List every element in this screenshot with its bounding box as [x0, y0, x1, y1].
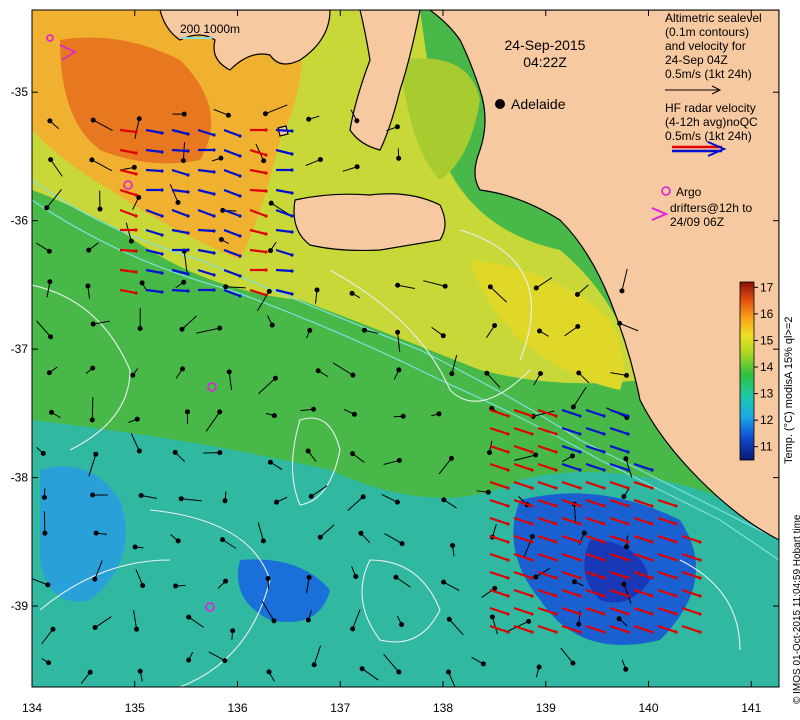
depth-contour-key: 200 1000m	[180, 22, 240, 36]
argo-legend-line-2: drifters@12h to	[670, 201, 753, 215]
x-tick-label-5: 139	[536, 701, 556, 715]
map-time: 04:22Z	[523, 54, 567, 70]
hf-legend-line-2: (4-12h avg)noQC	[665, 115, 758, 129]
adelaide-label: Adelaide	[511, 96, 566, 112]
colorbar-tick-label-2: 13	[760, 387, 774, 401]
hf-legend-line-3: 0.5m/s (1kt 24h)	[665, 129, 752, 143]
altimetry-legend-line-4: 24-Sep 04Z	[665, 53, 728, 67]
y-tick-label-1: -36	[11, 214, 29, 228]
y-tick-label-4: -39	[11, 599, 29, 613]
colorbar-tick-label-0: 11	[760, 440, 773, 454]
map-date: 24-Sep-2015	[505, 37, 586, 53]
x-tick-label-3: 137	[330, 701, 350, 715]
kangaroo-island	[293, 193, 446, 252]
hf-legend-line-1: HF radar velocity	[665, 101, 756, 115]
colorbar-tick-label-4: 15	[760, 333, 774, 347]
altimetry-arrow-131	[175, 584, 186, 587]
colorbar-tick-label-1: 12	[760, 413, 774, 427]
x-tick-label-7: 141	[741, 701, 761, 715]
colorbar-tick-label-6: 17	[760, 280, 774, 294]
colorbar-tick-label-5: 16	[760, 307, 774, 321]
y-tick-label-0: -35	[11, 85, 29, 99]
altimetry-legend-line-1: Altimetric sealevel	[665, 11, 762, 25]
altimetry-legend-line-2: (0.1m contours)	[665, 25, 749, 39]
adelaide-marker	[495, 99, 505, 109]
sst-map-figure: 24-Sep-2015 04:22Z Adelaide 200 1000m Al…	[11, 9, 795, 715]
x-tick-label-4: 138	[433, 701, 453, 715]
altimetry-legend-line-5: 0.5m/s (1kt 24h)	[665, 67, 752, 81]
argo-legend-line-3: 24/09 06Z	[670, 215, 724, 229]
altimetry-legend-line-3: and velocity for	[665, 39, 746, 53]
argo-legend-line-1: Argo	[676, 185, 702, 199]
y-tick-label-3: -38	[11, 471, 29, 485]
altimetry-arrow-80	[393, 415, 404, 418]
x-tick-label-2: 136	[227, 701, 247, 715]
colorbar-tick-label-3: 14	[760, 360, 774, 374]
colorbar-gradient	[739, 281, 755, 461]
x-tick-label-0: 134	[22, 701, 42, 715]
y-tick-label-2: -37	[11, 342, 29, 356]
x-tick-label-6: 140	[638, 701, 658, 715]
altimetry-arrow-73	[91, 397, 94, 420]
credit-line: © IMOS 01-Oct-2015 11:04:59 Hobart time	[792, 514, 800, 705]
colorbar-title: Temp. (°C) modisA 15% ql>=2	[783, 317, 795, 464]
x-tick-label-1: 135	[125, 701, 145, 715]
